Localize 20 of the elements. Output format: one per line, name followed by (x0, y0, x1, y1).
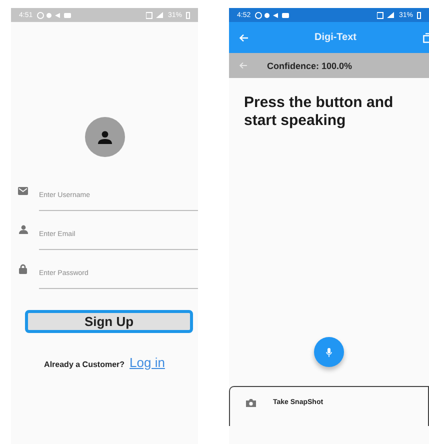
customer-prompt: Already a Customer? (44, 360, 125, 369)
confidence-text: Confidence: 100.0% (267, 60, 352, 70)
sign-up-button[interactable]: Sign Up (25, 310, 193, 333)
back-arrow-icon[interactable] (239, 34, 248, 42)
battery-icon (417, 12, 421, 18)
app-title: Digi-Text (313, 32, 358, 43)
signal-icons (146, 12, 164, 18)
battery-icon (186, 12, 190, 18)
back-arrow-icon (239, 62, 247, 69)
person-icon (18, 225, 28, 234)
lock-icon (19, 264, 27, 274)
notification-icons (254, 12, 289, 18)
notification-icons (36, 12, 71, 18)
signal-icons (376, 12, 395, 18)
mail-icon (18, 186, 28, 194)
instruction-text: Press the button and start speaking (244, 94, 394, 130)
microphone-icon (326, 348, 332, 356)
microphone-button[interactable] (314, 337, 344, 367)
camera-icon (246, 399, 256, 407)
person-icon (98, 130, 112, 144)
